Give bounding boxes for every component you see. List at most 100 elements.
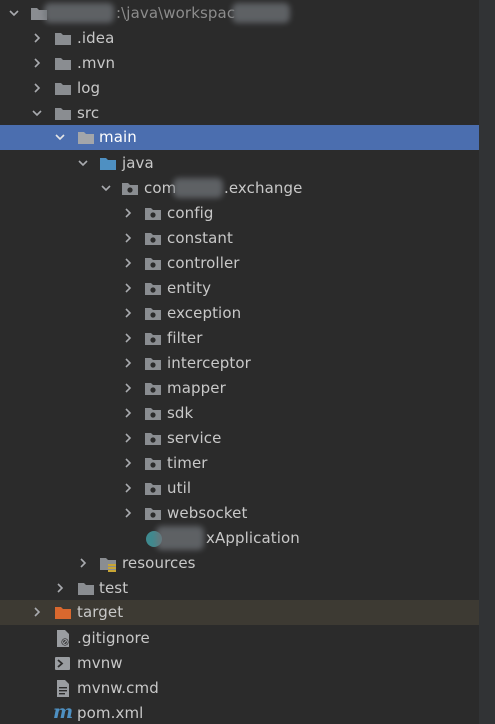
- tree-row-interceptor[interactable]: interceptor: [0, 351, 479, 376]
- chevron-right-icon[interactable]: [121, 306, 135, 320]
- resources-folder-icon: [100, 558, 116, 572]
- chevron-right-icon[interactable]: [76, 556, 90, 570]
- tree-label-util: util: [167, 479, 192, 497]
- chevron-right-icon[interactable]: [121, 406, 135, 420]
- package-icon: [145, 333, 161, 345]
- tree-label-test: test: [99, 579, 129, 597]
- package-icon: [145, 208, 161, 220]
- chevron-right-icon[interactable]: [121, 206, 135, 220]
- shell-script-icon: [55, 657, 70, 670]
- folder-icon: [78, 132, 94, 144]
- tree-row-exception[interactable]: exception: [0, 301, 479, 326]
- tree-row-test[interactable]: test: [0, 576, 479, 601]
- ignore-file-icon: [57, 630, 69, 647]
- tree-row-root[interactable]: :\java\workspac: [0, 1, 479, 26]
- tree-row-main[interactable]: main: [0, 125, 479, 150]
- tree-row-sdk[interactable]: sdk: [0, 401, 479, 426]
- tree-label-exception: exception: [167, 304, 242, 322]
- tree-row-gitignore[interactable]: .gitignore: [0, 626, 479, 651]
- tree-label-config: config: [167, 204, 214, 222]
- tree-label-mapper: mapper: [167, 379, 226, 397]
- project-tree-panel: :\java\workspac .idea .mvn log src main …: [0, 0, 479, 724]
- tree-row-idea[interactable]: .idea: [0, 26, 479, 51]
- chevron-right-icon[interactable]: [30, 56, 44, 70]
- chevron-right-icon[interactable]: [121, 481, 135, 495]
- package-icon: [122, 183, 138, 195]
- folder-icon: [55, 33, 71, 45]
- chevron-down-icon[interactable]: [7, 6, 21, 20]
- chevron-right-icon[interactable]: [121, 456, 135, 470]
- excluded-folder-icon: [55, 607, 71, 619]
- tree-row-mvnw[interactable]: mvnw: [0, 651, 479, 676]
- folder-icon: [55, 108, 71, 120]
- chevron-right-icon[interactable]: [121, 256, 135, 270]
- tree-label-package-suffix: .exchange: [224, 179, 303, 197]
- tree-label-sdk: sdk: [167, 404, 194, 422]
- chevron-right-icon[interactable]: [121, 431, 135, 445]
- chevron-right-icon[interactable]: [30, 81, 44, 95]
- tree-row-package-root[interactable]: com .exchange: [0, 176, 479, 201]
- package-icon: [145, 383, 161, 395]
- chevron-right-icon[interactable]: [30, 31, 44, 45]
- tree-label-mvnw: mvnw: [77, 654, 123, 672]
- tree-label-idea: .idea: [77, 29, 115, 47]
- tree-label-pom: pom.xml: [77, 704, 144, 722]
- tree-row-util[interactable]: util: [0, 476, 479, 501]
- tree-row-mapper[interactable]: mapper: [0, 376, 479, 401]
- chevron-right-icon[interactable]: [121, 381, 135, 395]
- blurred-project-name: [44, 3, 114, 23]
- tree-label-package-prefix: com: [144, 179, 177, 197]
- blurred-path-tail: [232, 3, 290, 23]
- tree-label-resources: resources: [122, 554, 196, 572]
- tree-row-mvnw-cmd[interactable]: mvnw.cmd: [0, 676, 479, 701]
- tree-row-pom[interactable]: m pom.xml: [0, 701, 479, 724]
- tree-row-application-class[interactable]: xApplication: [0, 526, 479, 551]
- tree-row-mvn[interactable]: .mvn: [0, 51, 479, 76]
- tree-row-service[interactable]: service: [0, 426, 479, 451]
- tree-row-entity[interactable]: entity: [0, 276, 479, 301]
- folder-icon: [78, 583, 94, 595]
- tree-row-target[interactable]: target: [0, 600, 479, 625]
- tree-row-log[interactable]: log: [0, 76, 479, 101]
- tree-row-controller[interactable]: controller: [0, 251, 479, 276]
- chevron-right-icon[interactable]: [121, 331, 135, 345]
- package-icon: [145, 233, 161, 245]
- tree-label-java: java: [122, 154, 154, 172]
- root-path-label: :\java\workspac: [116, 4, 236, 22]
- tree-label-service: service: [167, 429, 222, 447]
- tree-row-timer[interactable]: timer: [0, 451, 479, 476]
- tree-row-java[interactable]: java: [0, 151, 479, 176]
- chevron-down-icon[interactable]: [30, 106, 44, 120]
- tree-label-log: log: [77, 79, 101, 97]
- tree-label-main: main: [99, 128, 137, 146]
- tree-row-resources[interactable]: resources: [0, 551, 479, 576]
- tree-label-gitignore: .gitignore: [77, 629, 150, 647]
- folder-icon: [55, 58, 71, 70]
- tree-label-timer: timer: [167, 454, 208, 472]
- tree-row-filter[interactable]: filter: [0, 326, 479, 351]
- tree-row-websocket[interactable]: websocket: [0, 501, 479, 526]
- scrollbar-gutter[interactable]: [479, 0, 495, 724]
- package-icon: [145, 458, 161, 470]
- chevron-down-icon[interactable]: [76, 156, 90, 170]
- tree-row-constant[interactable]: constant: [0, 226, 479, 251]
- tree-label-controller: controller: [167, 254, 240, 272]
- tree-label-interceptor: interceptor: [167, 354, 251, 372]
- maven-icon: m: [53, 701, 74, 723]
- package-icon: [145, 283, 161, 295]
- chevron-right-icon[interactable]: [30, 605, 44, 619]
- tree-label-entity: entity: [167, 279, 212, 297]
- chevron-right-icon[interactable]: [121, 281, 135, 295]
- chevron-right-icon[interactable]: [121, 356, 135, 370]
- tree-row-config[interactable]: config: [0, 201, 479, 226]
- folder-icon: [55, 83, 71, 95]
- chevron-down-icon[interactable]: [53, 130, 67, 144]
- tree-label-mvn: .mvn: [77, 54, 116, 72]
- tree-row-src[interactable]: src: [0, 101, 479, 126]
- chevron-right-icon[interactable]: [121, 231, 135, 245]
- chevron-right-icon[interactable]: [53, 581, 67, 595]
- tree-label-mvnw-cmd: mvnw.cmd: [77, 679, 159, 697]
- chevron-down-icon[interactable]: [99, 181, 113, 195]
- chevron-right-icon[interactable]: [121, 506, 135, 520]
- tree-label-filter: filter: [167, 329, 203, 347]
